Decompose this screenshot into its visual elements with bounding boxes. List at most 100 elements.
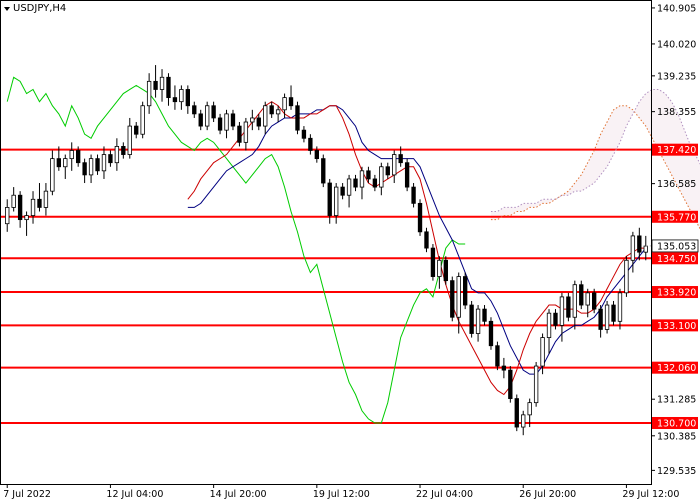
candle-body — [5, 207, 10, 225]
candle-body — [527, 402, 532, 416]
candle-body — [585, 292, 590, 306]
candle-body — [224, 113, 229, 131]
y-tick-label: 130.385 — [657, 431, 696, 442]
x-tick-label: 7 Jul 2022 — [3, 489, 51, 500]
candle-body — [30, 198, 36, 216]
series-line-2 — [187, 101, 646, 396]
candle-body — [437, 259, 442, 277]
candle-body — [411, 186, 416, 204]
level-label: 130.700 — [657, 418, 696, 429]
candle-body — [88, 158, 94, 176]
candle-body — [334, 186, 339, 216]
candle-body — [250, 117, 255, 123]
candle-body — [340, 186, 345, 196]
candle-body — [140, 105, 145, 135]
candle-body — [256, 117, 261, 127]
candle-body — [359, 170, 365, 188]
y-tick-label: 131.285 — [657, 395, 696, 406]
candle-body — [179, 89, 184, 103]
candle-body — [301, 129, 307, 139]
candle-body — [540, 337, 545, 367]
candle-body — [263, 105, 268, 127]
chevron-down-icon[interactable] — [4, 7, 10, 11]
x-tick-label: 14 Jul 20:00 — [210, 489, 267, 500]
candle-body — [572, 284, 577, 318]
candle-body — [604, 304, 610, 330]
candle-body — [101, 154, 107, 172]
candle-body — [643, 245, 648, 253]
candle-body — [346, 178, 352, 196]
level-label: 133.920 — [657, 288, 696, 299]
chart-title: USDJPY,H4 — [13, 3, 66, 14]
candle-body — [95, 158, 100, 172]
candle-body — [392, 154, 397, 176]
candle-body — [217, 117, 223, 131]
candle-body — [108, 154, 113, 164]
x-tick-label: 29 Jul 12:00 — [622, 489, 679, 500]
candle-body — [185, 89, 190, 107]
y-tick-label: 136.585 — [657, 179, 696, 190]
candle-body — [495, 345, 500, 367]
axes: 140.905 140.020 139.235 138.355 137.420 136.5… — [0, 0, 699, 500]
candle-body — [611, 304, 616, 322]
x-tick-label: 22 Jul 04:00 — [416, 489, 473, 500]
candle-body — [50, 158, 55, 192]
level-label: 134.750 — [657, 254, 696, 265]
candle-body — [153, 80, 158, 90]
candle-body — [424, 231, 429, 249]
candle-body — [404, 162, 410, 188]
candle-body — [417, 202, 423, 233]
candle-body — [63, 158, 68, 168]
level-label: 133.100 — [657, 321, 696, 332]
candle-body — [533, 365, 539, 404]
candle-body — [488, 320, 494, 347]
candle-body — [69, 150, 74, 160]
candle-body — [398, 154, 403, 164]
candle-body — [17, 194, 23, 221]
candle-body — [508, 369, 513, 399]
x-tick-label: 12 Jul 04:00 — [106, 489, 163, 500]
candle-body — [134, 125, 139, 135]
candle-body — [514, 398, 519, 428]
candle-body — [82, 162, 87, 176]
candle-body — [579, 284, 584, 306]
candle-body — [379, 166, 384, 188]
candle-body — [521, 414, 526, 428]
candle-body — [430, 247, 436, 277]
indicator-lines — [6, 76, 700, 424]
x-tick-label: 19 Jul 12:00 — [313, 489, 370, 500]
candle-body — [198, 113, 203, 127]
y-tick-label: 140.020 — [657, 39, 696, 50]
candle-body — [166, 76, 171, 99]
current-price-label: 135.053 — [657, 241, 696, 252]
candle-body — [172, 97, 178, 103]
candle-body — [243, 121, 249, 143]
candle-body — [43, 190, 49, 208]
candle-body — [205, 105, 210, 127]
candle-body — [288, 97, 294, 107]
candle-body — [76, 150, 81, 164]
candle-body — [211, 105, 216, 119]
candle-body — [553, 312, 558, 326]
candle-body — [566, 296, 571, 318]
horizontal-levels — [0, 148, 651, 424]
candle-body — [598, 308, 603, 330]
candle-body — [192, 105, 197, 115]
candle-body — [353, 178, 358, 188]
level-label: 135.770 — [657, 212, 696, 223]
candle-body — [501, 365, 507, 371]
candle-body — [159, 76, 165, 90]
candle-body — [237, 125, 242, 143]
y-tick-label: 139.235 — [657, 71, 696, 82]
candle-body — [114, 146, 120, 164]
y-tick-label: 129.535 — [657, 466, 696, 477]
candle-body — [482, 308, 487, 322]
level-label: 132.060 — [657, 363, 696, 374]
candle-body — [624, 259, 629, 294]
candle-body — [385, 166, 390, 176]
candle-body — [630, 235, 636, 261]
candle-body — [37, 198, 42, 208]
candle-body — [230, 113, 236, 127]
candle-body — [121, 146, 126, 155]
candle-body — [592, 292, 597, 310]
